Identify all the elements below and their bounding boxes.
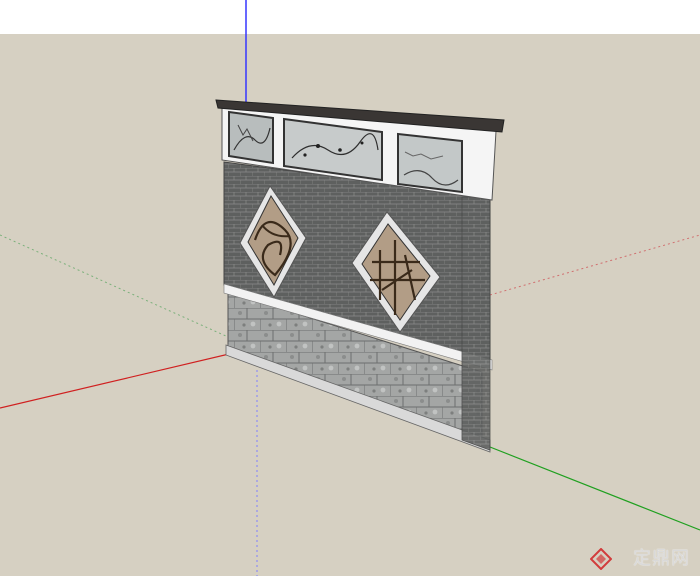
window-panel-left bbox=[228, 110, 274, 165]
dingding-logo-icon bbox=[590, 548, 612, 570]
window-panel-right bbox=[397, 132, 463, 194]
right-pillar bbox=[461, 196, 491, 451]
sky-band bbox=[0, 0, 700, 34]
watermark-text: 定鼎网 bbox=[633, 548, 690, 569]
3d-viewport bbox=[0, 0, 700, 576]
